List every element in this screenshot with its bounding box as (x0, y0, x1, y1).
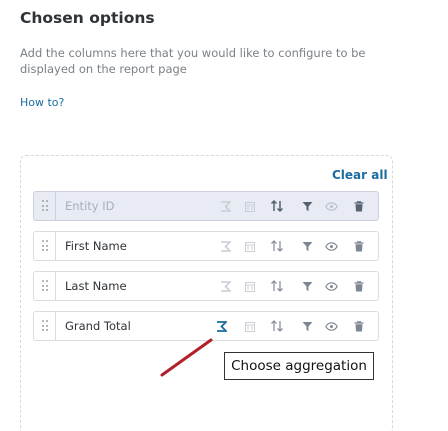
sort-icon[interactable] (270, 199, 284, 213)
choose-aggregation-tooltip: Choose aggregation (224, 352, 374, 380)
calendar-icon[interactable] (243, 239, 257, 253)
calendar-icon[interactable] (243, 279, 257, 293)
column-label: Last Name (65, 279, 127, 293)
column-label: Grand Total (65, 319, 131, 333)
aggregation-icon[interactable] (214, 319, 228, 333)
chosen-options-description: Add the columns here that you would like… (20, 46, 366, 76)
drag-handle-icon[interactable] (34, 192, 56, 220)
drag-handle-icon[interactable] (34, 272, 56, 300)
column-row[interactable]: Last Name (33, 271, 379, 301)
eye-icon[interactable] (324, 239, 338, 253)
aggregation-icon[interactable] (218, 279, 232, 293)
filter-icon[interactable] (300, 199, 314, 213)
calendar-icon[interactable] (243, 319, 257, 333)
column-label: Entity ID (65, 199, 115, 213)
aggregation-icon[interactable] (218, 199, 232, 213)
trash-icon[interactable] (352, 279, 366, 293)
trash-icon[interactable] (352, 239, 366, 253)
how-to-link[interactable]: How to? (20, 96, 64, 109)
sort-icon[interactable] (270, 319, 284, 333)
filter-icon[interactable] (300, 279, 314, 293)
column-row[interactable]: Entity ID (33, 191, 379, 221)
trash-icon[interactable] (352, 199, 366, 213)
clear-all-link[interactable]: Clear all (332, 168, 388, 182)
drag-handle-icon[interactable] (34, 312, 56, 340)
calendar-icon[interactable] (243, 199, 257, 213)
sort-icon[interactable] (270, 279, 284, 293)
column-row[interactable]: First Name (33, 231, 379, 261)
filter-icon[interactable] (300, 239, 314, 253)
aggregation-icon[interactable] (218, 239, 232, 253)
trash-icon[interactable] (352, 319, 366, 333)
sort-icon[interactable] (270, 239, 284, 253)
eye-icon[interactable] (324, 319, 338, 333)
chosen-options-title: Chosen options (20, 9, 155, 27)
annotation-arrow-icon (160, 338, 213, 377)
drag-handle-icon[interactable] (34, 232, 56, 260)
filter-icon[interactable] (300, 319, 314, 333)
eye-icon[interactable] (324, 279, 338, 293)
eye-icon[interactable] (324, 199, 338, 213)
column-label: First Name (65, 239, 127, 253)
